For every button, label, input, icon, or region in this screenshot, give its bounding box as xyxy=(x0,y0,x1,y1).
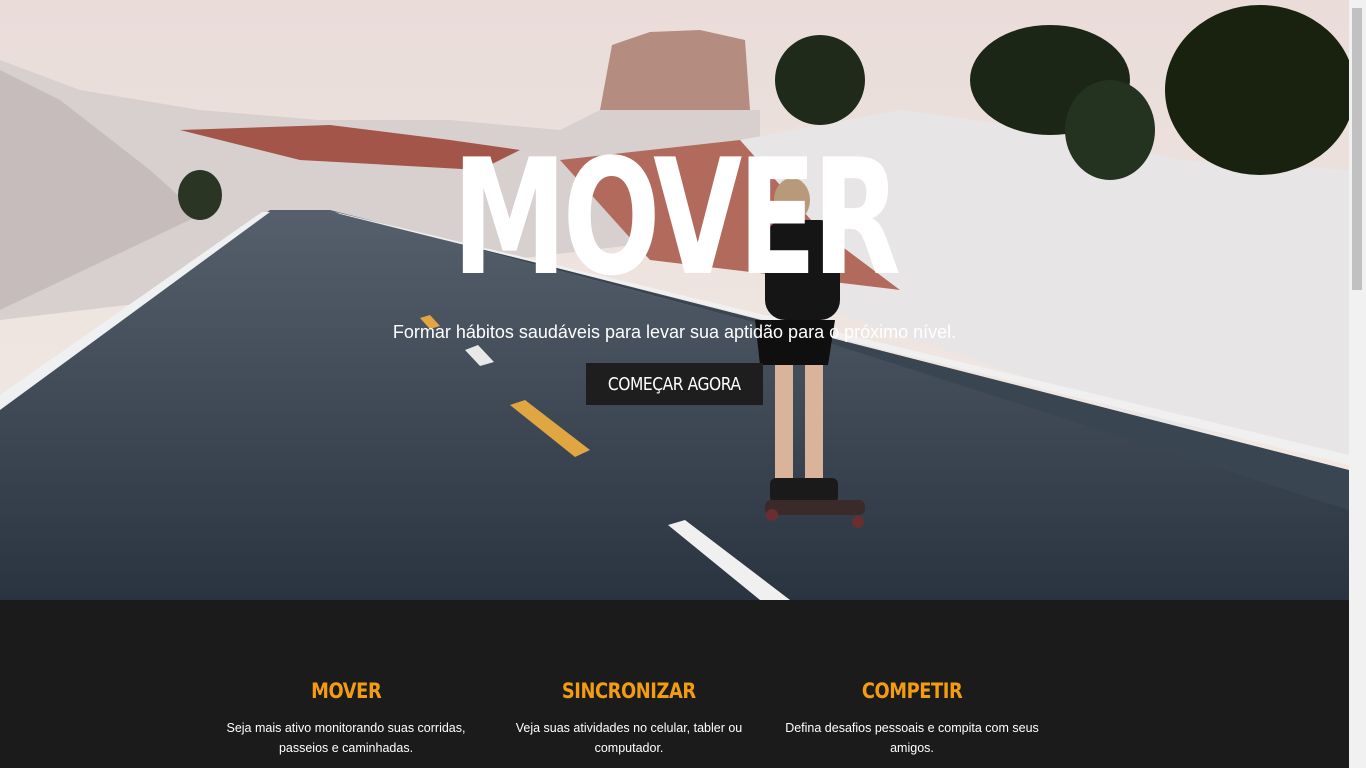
scrollbar-thumb[interactable] xyxy=(1352,8,1362,290)
feature-title: MOVER xyxy=(216,678,476,704)
features-section: MOVER Seja mais ativo monitorando suas c… xyxy=(0,600,1349,768)
feature-title-text: COMPETIR xyxy=(861,679,963,703)
feature-text: Seja mais ativo monitorando suas corrida… xyxy=(226,721,466,755)
hero-subtitle: Formar hábitos saudáveis para levar sua … xyxy=(392,322,957,342)
feature-title: SINCRONIZAR xyxy=(499,678,759,704)
start-now-button[interactable]: COMEÇAR AGORA xyxy=(586,363,763,405)
hero-title: MOVER xyxy=(452,124,901,311)
feature-text: Defina desafios pessoais e compita com s… xyxy=(785,721,1039,755)
feature-title-text: SINCRONIZAR xyxy=(562,679,696,703)
feature-title-text: MOVER xyxy=(310,679,382,703)
hero-section: MOVER Formar hábitos saudáveis para leva… xyxy=(0,0,1349,600)
vertical-scrollbar[interactable] xyxy=(1349,0,1366,768)
start-now-button-label: COMEÇAR AGORA xyxy=(608,373,741,395)
feature-title: COMPETIR xyxy=(782,678,1042,704)
feature-text: Veja suas atividades no celular, tabler … xyxy=(515,721,743,755)
